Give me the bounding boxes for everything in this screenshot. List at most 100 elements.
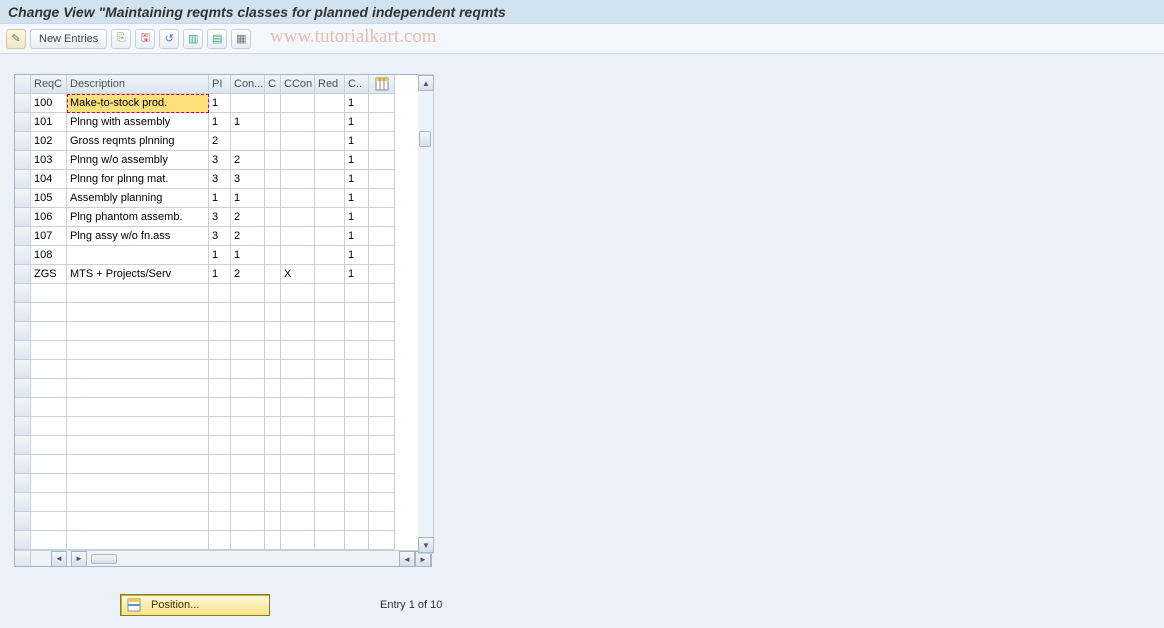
cell-empty[interactable]	[265, 531, 281, 550]
cell-red[interactable]	[315, 151, 345, 170]
cell-empty[interactable]	[281, 398, 315, 417]
cell-empty[interactable]	[315, 360, 345, 379]
cell-empty[interactable]	[231, 512, 265, 531]
cell-desc[interactable]: MTS + Projects/Serv	[67, 265, 209, 284]
cell-reqc[interactable]: 104	[31, 170, 67, 189]
cell-empty[interactable]	[67, 322, 209, 341]
undo-button[interactable]: ↺	[159, 29, 179, 49]
cell-empty[interactable]	[67, 531, 209, 550]
row-selector[interactable]	[15, 94, 31, 113]
row-selector[interactable]	[15, 360, 31, 379]
row-selector[interactable]	[15, 132, 31, 151]
cell-empty[interactable]	[209, 379, 231, 398]
cell-empty[interactable]	[265, 341, 281, 360]
row-selector[interactable]	[15, 303, 31, 322]
cell-empty[interactable]	[281, 436, 315, 455]
select-all-button[interactable]: ▥	[183, 29, 203, 49]
cell-pi[interactable]: 3	[209, 170, 231, 189]
cell-cdot[interactable]: 1	[345, 94, 369, 113]
row-selector[interactable]	[15, 436, 31, 455]
cell-empty[interactable]	[315, 341, 345, 360]
cell-con[interactable]: 2	[231, 227, 265, 246]
vscroll-thumb[interactable]	[419, 131, 431, 147]
cell-cdot[interactable]: 1	[345, 246, 369, 265]
cell-empty[interactable]	[315, 303, 345, 322]
cell-empty[interactable]	[345, 493, 369, 512]
col-c[interactable]: C	[265, 75, 281, 94]
cell-empty[interactable]	[31, 436, 67, 455]
cell-empty[interactable]	[265, 360, 281, 379]
col-reqc[interactable]: ReqC	[31, 75, 67, 94]
cell-empty[interactable]	[31, 379, 67, 398]
horizontal-scrollbar[interactable]: ◄ ► ◄ ►	[15, 550, 431, 566]
cell-ccon[interactable]	[281, 132, 315, 151]
cell-empty[interactable]	[345, 360, 369, 379]
hscroll-right-button[interactable]: ►	[71, 551, 87, 567]
cell-ccon[interactable]	[281, 246, 315, 265]
cell-pi[interactable]: 3	[209, 208, 231, 227]
cell-empty[interactable]	[265, 474, 281, 493]
cell-empty[interactable]	[315, 455, 345, 474]
cell-pi[interactable]: 3	[209, 151, 231, 170]
cell-empty[interactable]	[345, 322, 369, 341]
cell-con[interactable]	[231, 132, 265, 151]
row-selector[interactable]	[15, 322, 31, 341]
cell-empty[interactable]	[281, 417, 315, 436]
cell-empty[interactable]	[67, 455, 209, 474]
cell-empty[interactable]	[31, 417, 67, 436]
vscroll-down-button[interactable]: ▼	[418, 537, 434, 553]
cell-empty[interactable]	[231, 417, 265, 436]
cell-desc[interactable]: Assembly planning	[67, 189, 209, 208]
cell-reqc[interactable]: 105	[31, 189, 67, 208]
cell-con[interactable]: 1	[231, 189, 265, 208]
cell-empty[interactable]	[67, 284, 209, 303]
cell-empty[interactable]	[231, 474, 265, 493]
save-button[interactable]: 🖫	[135, 29, 155, 49]
cell-empty[interactable]	[67, 436, 209, 455]
cell-empty[interactable]	[345, 398, 369, 417]
cell-reqc[interactable]: 103	[31, 151, 67, 170]
cell-con[interactable]: 2	[231, 265, 265, 284]
cell-empty[interactable]	[265, 398, 281, 417]
cell-empty[interactable]	[265, 493, 281, 512]
cell-empty[interactable]	[67, 341, 209, 360]
cell-empty[interactable]	[31, 455, 67, 474]
cell-red[interactable]	[315, 94, 345, 113]
cell-empty[interactable]	[67, 493, 209, 512]
cell-empty[interactable]	[67, 398, 209, 417]
cell-pi[interactable]: 2	[209, 132, 231, 151]
cell-red[interactable]	[315, 113, 345, 132]
cell-empty[interactable]	[31, 341, 67, 360]
cell-empty[interactable]	[281, 322, 315, 341]
cell-cx[interactable]	[265, 246, 281, 265]
cell-empty[interactable]	[209, 284, 231, 303]
cell-empty[interactable]	[281, 379, 315, 398]
cell-empty[interactable]	[31, 284, 67, 303]
cell-empty[interactable]	[67, 474, 209, 493]
cell-empty[interactable]	[231, 379, 265, 398]
cell-ccon[interactable]	[281, 113, 315, 132]
cell-pi[interactable]: 1	[209, 246, 231, 265]
cell-cdot[interactable]: 1	[345, 265, 369, 284]
cell-empty[interactable]	[345, 303, 369, 322]
cell-empty[interactable]	[231, 436, 265, 455]
cell-desc[interactable]: Plnng w/o assembly	[67, 151, 209, 170]
cell-red[interactable]	[315, 227, 345, 246]
cell-cx[interactable]	[265, 265, 281, 284]
cell-empty[interactable]	[345, 436, 369, 455]
hscroll-left-button[interactable]: ◄	[51, 551, 67, 567]
cell-empty[interactable]	[281, 493, 315, 512]
cell-empty[interactable]	[315, 284, 345, 303]
cell-empty[interactable]	[315, 512, 345, 531]
cell-cdot[interactable]: 1	[345, 227, 369, 246]
print-button[interactable]: ▦	[231, 29, 251, 49]
row-selector[interactable]	[15, 113, 31, 132]
vscroll-track[interactable]	[418, 91, 433, 537]
cell-empty[interactable]	[231, 341, 265, 360]
cell-empty[interactable]	[315, 493, 345, 512]
cell-cdot[interactable]: 1	[345, 170, 369, 189]
col-con[interactable]: Con...	[231, 75, 265, 94]
col-cdot[interactable]: C..	[345, 75, 369, 94]
cell-empty[interactable]	[31, 398, 67, 417]
row-selector[interactable]	[15, 455, 31, 474]
